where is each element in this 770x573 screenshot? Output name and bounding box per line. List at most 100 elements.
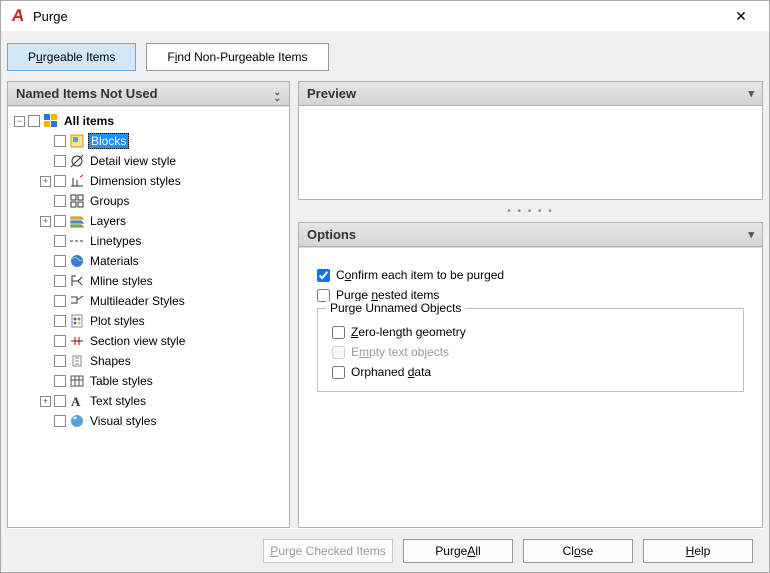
tree-item[interactable]: Table styles: [10, 371, 287, 391]
preview-panel: Preview ▾: [298, 81, 763, 200]
tree-item-label: Detail view style: [88, 154, 178, 168]
tree-checkbox[interactable]: [54, 175, 66, 187]
tree-item[interactable]: Detail view style: [10, 151, 287, 171]
tree-item[interactable]: Section view style: [10, 331, 287, 351]
tree-item-label: Section view style: [88, 334, 187, 348]
expander-icon[interactable]: −: [14, 116, 25, 127]
tree-checkbox[interactable]: [54, 315, 66, 327]
purge-checked-button: Purge Checked Items: [263, 539, 393, 563]
category-icon: [69, 133, 85, 149]
tree-item[interactable]: Multileader Styles: [10, 291, 287, 311]
tree-item-label: Table styles: [88, 374, 155, 388]
category-icon: [69, 333, 85, 349]
expander-icon: [40, 336, 51, 347]
tree-root-label: All items: [62, 114, 116, 128]
expander-icon[interactable]: +: [40, 396, 51, 407]
tree-checkbox[interactable]: [28, 115, 40, 127]
group-legend: Purge Unnamed Objects: [326, 301, 465, 315]
tree-item-label: Visual styles: [88, 414, 158, 428]
close-icon[interactable]: ✕: [721, 2, 761, 30]
expander-icon: [40, 136, 51, 147]
category-icon: [69, 413, 85, 429]
tree-item[interactable]: Mline styles: [10, 271, 287, 291]
expander-icon: [40, 316, 51, 327]
tree-checkbox[interactable]: [54, 195, 66, 207]
splitter-handle[interactable]: • • • • •: [298, 206, 763, 216]
window-title: Purge: [33, 9, 721, 24]
mode-tabs: Purgeable Items Find Non-Purgeable Items: [7, 37, 763, 81]
tree-checkbox[interactable]: [54, 295, 66, 307]
tab-purgeable-items[interactable]: Purgeable Items: [7, 43, 136, 71]
tree-item[interactable]: Materials: [10, 251, 287, 271]
purge-all-button[interactable]: Purge All: [403, 539, 513, 563]
tree-item[interactable]: + Layers: [10, 211, 287, 231]
tree-item[interactable]: + AText styles: [10, 391, 287, 411]
tree-item[interactable]: + Dimension styles: [10, 171, 287, 191]
expander-icon[interactable]: +: [40, 216, 51, 227]
tree-item-label: Dimension styles: [88, 174, 183, 188]
preview-header[interactable]: Preview ▾: [299, 82, 762, 106]
tree-item-label: Layers: [88, 214, 128, 228]
tree-item[interactable]: Blocks: [10, 131, 287, 151]
all-items-icon: [43, 113, 59, 129]
tree-item-label: Multileader Styles: [88, 294, 187, 308]
tree-item-label: Shapes: [88, 354, 133, 368]
category-icon: [69, 193, 85, 209]
zero-length-checkbox[interactable]: Zero-length geometry: [332, 325, 729, 339]
tree-item[interactable]: Linetypes: [10, 231, 287, 251]
category-icon: [69, 253, 85, 269]
tree-view[interactable]: − All items Blocks Detail view style + Dime…: [8, 106, 289, 527]
named-items-header[interactable]: Named Items Not Used ⌄⌄: [8, 82, 289, 106]
expander-icon: [40, 416, 51, 427]
expander-icon: [40, 296, 51, 307]
tree-checkbox[interactable]: [54, 235, 66, 247]
autocad-icon: A: [9, 7, 27, 25]
tree-checkbox[interactable]: [54, 255, 66, 267]
tree-item-label: Text styles: [88, 394, 148, 408]
tree-item-label: Plot styles: [88, 314, 147, 328]
chevron-down-icon[interactable]: ▾: [748, 228, 754, 241]
tree-checkbox[interactable]: [54, 415, 66, 427]
tree-item[interactable]: Plot styles: [10, 311, 287, 331]
tree-item-label: Mline styles: [88, 274, 155, 288]
tree-checkbox[interactable]: [54, 395, 66, 407]
tree-checkbox[interactable]: [54, 215, 66, 227]
tree-checkbox[interactable]: [54, 375, 66, 387]
tree-root[interactable]: − All items: [10, 111, 287, 131]
purge-nested-checkbox[interactable]: Purge nested items: [317, 288, 744, 302]
category-icon: [69, 273, 85, 289]
expander-icon[interactable]: +: [40, 176, 51, 187]
category-icon: [69, 373, 85, 389]
options-header[interactable]: Options ▾: [299, 223, 762, 247]
tree-checkbox[interactable]: [54, 355, 66, 367]
purge-dialog: A Purge ✕ Purgeable Items Find Non-Purge…: [0, 0, 770, 573]
category-icon: [69, 353, 85, 369]
tree-checkbox[interactable]: [54, 335, 66, 347]
category-icon: A: [69, 393, 85, 409]
tree-item[interactable]: Groups: [10, 191, 287, 211]
tree-item[interactable]: Shapes: [10, 351, 287, 371]
tree-item-label: Linetypes: [88, 234, 143, 248]
preview-area: [299, 106, 762, 199]
chevron-collapse-icon[interactable]: ⌄⌄: [273, 86, 281, 101]
category-icon: [69, 213, 85, 229]
titlebar: A Purge ✕: [1, 1, 769, 31]
help-button[interactable]: Help: [643, 539, 753, 563]
tree-checkbox[interactable]: [54, 135, 66, 147]
tab-find-non-purgeable[interactable]: Find Non-Purgeable Items: [146, 43, 328, 71]
chevron-down-icon[interactable]: ▾: [748, 87, 754, 100]
expander-icon: [40, 276, 51, 287]
tree-checkbox[interactable]: [54, 275, 66, 287]
empty-text-checkbox: Empty text objects: [332, 345, 729, 359]
tree-item-label: Materials: [88, 254, 141, 268]
tree-checkbox[interactable]: [54, 155, 66, 167]
orphaned-data-checkbox[interactable]: Orphaned data: [332, 365, 729, 379]
purge-unnamed-group: Purge Unnamed Objects Zero-length geomet…: [317, 308, 744, 392]
tree-item[interactable]: Visual styles: [10, 411, 287, 431]
close-button[interactable]: Close: [523, 539, 633, 563]
category-icon: [69, 153, 85, 169]
confirm-each-item-checkbox[interactable]: Confirm each item to be purged: [317, 268, 744, 282]
expander-icon: [40, 156, 51, 167]
tree-item-label: Blocks: [88, 133, 129, 149]
category-icon: [69, 293, 85, 309]
